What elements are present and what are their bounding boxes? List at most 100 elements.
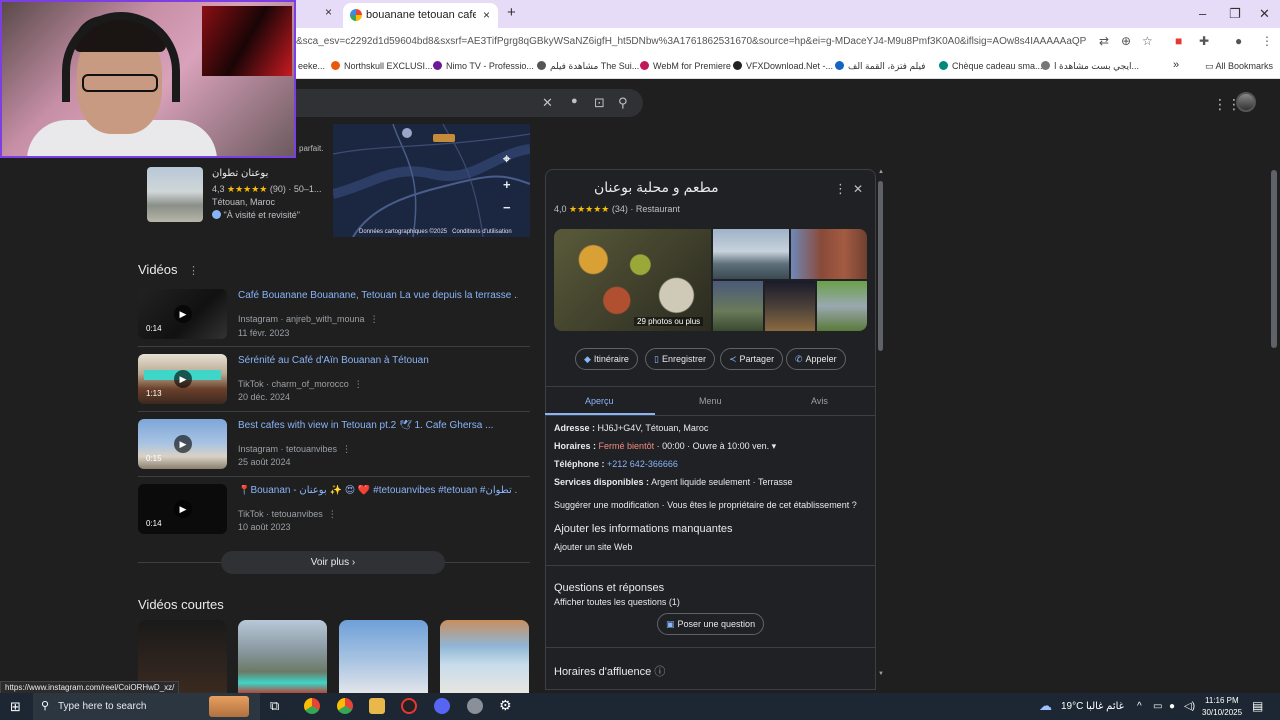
video-thumbnail[interactable]: ▶ 0:14 bbox=[138, 484, 227, 534]
tab-active[interactable]: bouanane tetouan cafe - Reche × bbox=[343, 3, 498, 28]
video-thumbnail[interactable]: ▶ 0:15 bbox=[138, 419, 227, 469]
zoom-in-button[interactable]: + bbox=[503, 177, 511, 192]
bookmark-item[interactable]: مشاهدة فيلم The Sui... bbox=[537, 61, 639, 72]
show-more-videos-button[interactable]: Voir plus › bbox=[221, 551, 445, 574]
review-snippet: parfait. bbox=[299, 144, 324, 153]
app-icon[interactable] bbox=[467, 698, 483, 714]
network-icon[interactable]: ▭ bbox=[1153, 701, 1162, 712]
tab-close-icon[interactable]: × bbox=[325, 5, 332, 19]
all-bookmarks-button[interactable]: ▭ All Bookmarks bbox=[1205, 61, 1273, 72]
place-photo[interactable] bbox=[713, 281, 763, 331]
suggest-edit-link[interactable]: Suggérer une modification · Vous êtes le… bbox=[554, 500, 857, 510]
weather-temp[interactable]: 19°C bbox=[1061, 701, 1083, 712]
extension-icon[interactable]: ■ bbox=[1175, 34, 1182, 48]
hours-row[interactable]: Horaires : Fermé bientôt · 00:00 · Ouvre… bbox=[554, 441, 776, 452]
more-options-icon[interactable]: ⋮ bbox=[342, 444, 351, 454]
bookmark-item[interactable]: ايجي بست مشاهدة ا... bbox=[1041, 61, 1139, 72]
phone-link[interactable]: +212 642-366666 bbox=[607, 459, 678, 469]
directions-button[interactable]: ◆ Itinéraire bbox=[575, 348, 638, 370]
video-title[interactable]: Sérénité au Café d'Aïn Bouanan à Tétouan bbox=[238, 355, 518, 366]
bookmark-item[interactable]: Chèque cadeau sma... bbox=[939, 61, 1043, 71]
page-scrollbar[interactable] bbox=[1271, 170, 1277, 348]
bookmarks-overflow-button[interactable]: » bbox=[1173, 59, 1179, 71]
microphone-icon[interactable]: ● bbox=[1169, 701, 1175, 712]
url-field[interactable]: &sca_esv=c2292d1d59604bd8&sxsrf=AE3TifPg… bbox=[296, 36, 1086, 47]
video-title[interactable]: 📍Bouanan - بوعنان ✨ 😍 ❤️ #tetouanvibes #… bbox=[238, 485, 518, 496]
more-options-icon[interactable]: ⋮ bbox=[370, 314, 379, 324]
place-photo[interactable] bbox=[791, 229, 867, 279]
close-panel-icon[interactable]: ✕ bbox=[853, 182, 863, 196]
more-options-icon[interactable]: ⋮ bbox=[328, 509, 337, 519]
videos-menu-icon[interactable]: ⋮ bbox=[188, 264, 199, 277]
call-button[interactable]: ✆ Appeler bbox=[786, 348, 846, 370]
video-thumbnail[interactable]: ▶ 0:14 bbox=[138, 289, 227, 339]
task-view-icon[interactable]: ⧉ bbox=[270, 698, 279, 714]
place-rating: 4,3 ★★★★★ (90) · 50–1... bbox=[212, 184, 322, 194]
microphone-icon[interactable]: ● bbox=[571, 95, 578, 107]
short-video-thumbnail[interactable] bbox=[440, 620, 529, 694]
add-website-link[interactable]: Ajouter un site Web bbox=[554, 542, 632, 552]
panel-scrollbar[interactable]: ▲ ▼ bbox=[877, 169, 885, 677]
zoom-out-button[interactable]: − bbox=[503, 200, 511, 215]
bookmark-item[interactable]: eeke... bbox=[298, 61, 325, 71]
short-video-thumbnail[interactable] bbox=[339, 620, 428, 694]
short-video-thumbnail[interactable] bbox=[238, 620, 327, 694]
weather-text[interactable]: غائم غالبا bbox=[1086, 701, 1124, 712]
translate-icon[interactable]: ⇄ bbox=[1099, 34, 1109, 48]
place-thumbnail[interactable] bbox=[147, 167, 203, 222]
video-thumbnail[interactable]: ▶ 1:13 bbox=[138, 354, 227, 404]
file-explorer-icon[interactable] bbox=[369, 698, 385, 714]
browser-menu-icon[interactable]: ⋮ bbox=[1261, 34, 1273, 48]
tab-reviews[interactable]: Avis bbox=[811, 396, 828, 406]
window-close-button[interactable]: ✕ bbox=[1259, 6, 1270, 22]
ask-question-button[interactable]: ▣ Poser une question bbox=[657, 613, 765, 635]
bookmark-item[interactable]: VFXDownload.Net -... bbox=[733, 61, 833, 71]
windows-start-icon[interactable]: ⊞ bbox=[10, 699, 21, 715]
lens-icon[interactable]: ⊡ bbox=[594, 95, 605, 111]
tab-close-icon[interactable]: × bbox=[483, 8, 490, 22]
new-tab-button[interactable]: + bbox=[507, 4, 516, 21]
qa-link[interactable]: Afficher toutes les questions (1) bbox=[554, 597, 680, 607]
clear-search-icon[interactable]: ✕ bbox=[542, 95, 553, 111]
more-options-icon[interactable]: ⋮ bbox=[834, 181, 847, 197]
bookmark-item[interactable]: Northskull EXCLUSI... bbox=[331, 61, 433, 71]
locate-icon[interactable]: ⌖ bbox=[503, 151, 510, 167]
bookmark-star-icon[interactable]: ☆ bbox=[1142, 34, 1153, 48]
minimize-button[interactable]: – bbox=[1199, 6, 1206, 21]
volume-icon[interactable]: ◁) bbox=[1184, 701, 1195, 712]
account-avatar[interactable] bbox=[1236, 92, 1256, 112]
bookmark-item[interactable]: فيلم فتزة، القمة الف bbox=[835, 61, 925, 72]
chrome-icon[interactable] bbox=[337, 698, 353, 714]
discord-icon[interactable] bbox=[434, 698, 450, 714]
search-icon[interactable]: ⚲ bbox=[618, 95, 628, 111]
profile-avatar-icon[interactable]: ● bbox=[1235, 34, 1242, 48]
bookmark-item[interactable]: WebM for Premiere bbox=[640, 61, 731, 71]
obs-icon[interactable] bbox=[401, 698, 417, 714]
chrome-icon[interactable] bbox=[304, 698, 320, 714]
tray-overflow-icon[interactable]: ^ bbox=[1137, 701, 1142, 712]
place-name[interactable]: بوعنان تطوان bbox=[212, 168, 268, 179]
bookmark-item[interactable]: Nimo TV - Professio... bbox=[433, 61, 534, 71]
settings-icon[interactable]: ⚙ bbox=[499, 697, 512, 714]
place-photo[interactable] bbox=[817, 281, 867, 331]
restore-button[interactable]: ❐ bbox=[1229, 6, 1241, 22]
tab-overview[interactable]: Aperçu bbox=[585, 396, 614, 406]
place-photo[interactable] bbox=[713, 229, 789, 279]
video-title[interactable]: Café Bouanane Bouanane, Tetouan La vue d… bbox=[238, 290, 518, 301]
notifications-icon[interactable]: ▤ bbox=[1252, 699, 1263, 713]
clock-date[interactable]: 30/10/2025 bbox=[1202, 708, 1242, 717]
video-title[interactable]: Best cafes with view in Tetouan pt.2 🕊 1… bbox=[238, 420, 518, 431]
missing-info-heading: Ajouter les informations manquantes bbox=[554, 523, 733, 535]
save-button[interactable]: ▯ Enregistrer bbox=[645, 348, 715, 370]
search-box[interactable]: ✕ ● ⊡ ⚲ bbox=[296, 89, 643, 117]
tab-menu[interactable]: Menu bbox=[699, 396, 722, 406]
extensions-puzzle-icon[interactable]: ✚ bbox=[1199, 34, 1209, 48]
place-photo[interactable] bbox=[765, 281, 815, 331]
food-photo[interactable]: 29 photos ou plus bbox=[554, 229, 711, 331]
more-options-icon[interactable]: ⋮ bbox=[354, 379, 363, 389]
share-button[interactable]: ≺ Partager bbox=[720, 348, 784, 370]
zoom-icon[interactable]: ⊕ bbox=[1121, 34, 1131, 48]
taskbar-search[interactable]: ⚲ Type here to search bbox=[33, 693, 260, 720]
clock-time[interactable]: 11:16 PM bbox=[1205, 696, 1239, 705]
map-preview[interactable]: Données cartographiques ©2025 Conditions… bbox=[333, 124, 530, 237]
